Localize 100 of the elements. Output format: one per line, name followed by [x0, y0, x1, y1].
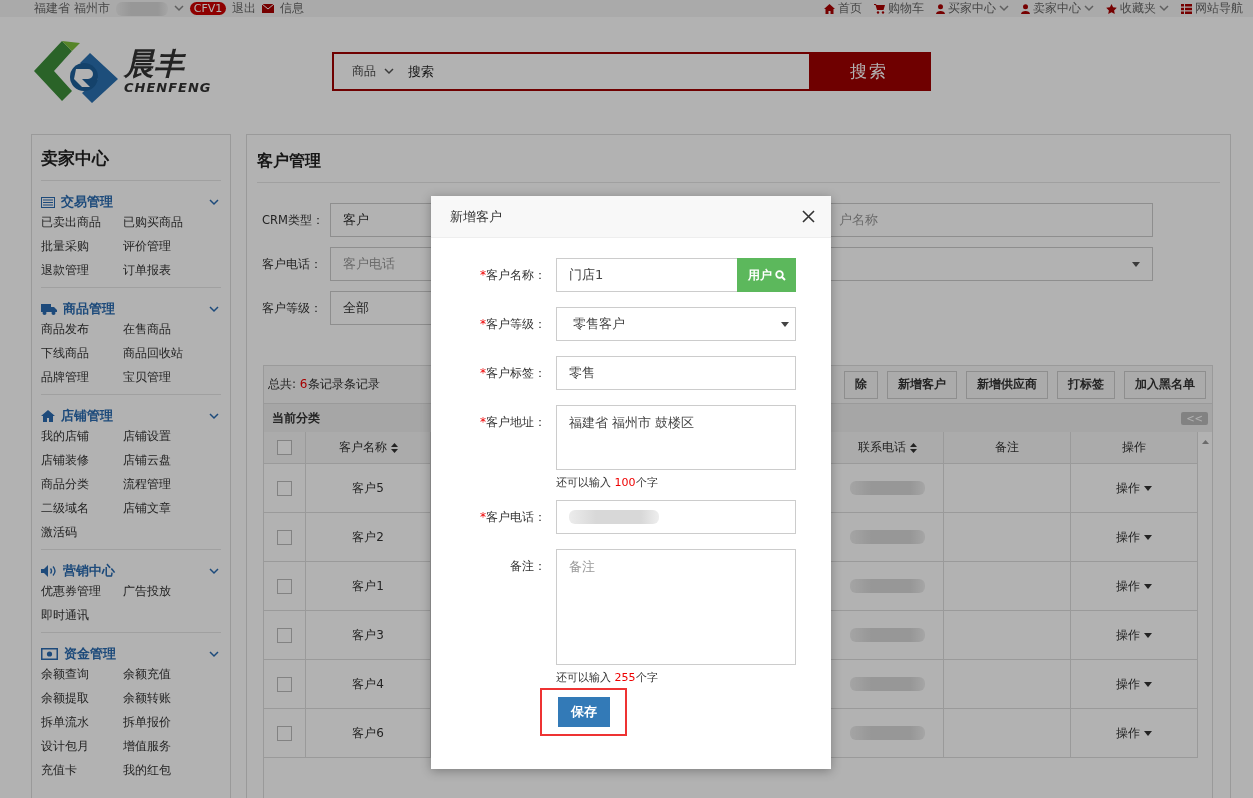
logo-title: 晨丰	[124, 48, 187, 80]
speaker-icon	[41, 565, 57, 577]
chevron-down-icon	[173, 5, 184, 12]
sidebar-link[interactable]: 优惠券管理	[41, 582, 123, 600]
sort-icon[interactable]	[909, 442, 917, 453]
messages-link[interactable]: 信息	[280, 0, 305, 17]
checkbox[interactable]	[277, 676, 292, 692]
sidebar-link[interactable]: 我的店铺	[41, 427, 123, 445]
sidebar-link[interactable]: 余额查询	[41, 665, 123, 683]
mail-icon	[262, 4, 275, 13]
chevron-down-icon[interactable]	[209, 567, 219, 575]
sidebar-link[interactable]: 拆单流水	[41, 713, 123, 731]
section-title[interactable]: 店铺管理	[61, 407, 203, 425]
section-title[interactable]: 资金管理	[64, 645, 203, 663]
sidebar-link[interactable]: 余额提取	[41, 689, 123, 707]
list-icon	[1181, 3, 1192, 14]
logout-link[interactable]: 退出	[232, 0, 257, 17]
nav-link[interactable]: 卖家中心	[1033, 0, 1081, 17]
sidebar-link[interactable]: 已购买商品	[123, 213, 213, 231]
toolbar-button[interactable]: 新增客户	[887, 370, 957, 399]
action-dropdown[interactable]: 操作	[1110, 527, 1158, 547]
checkbox[interactable]	[277, 578, 292, 594]
sidebar-link[interactable]: 商品发布	[41, 320, 123, 338]
input-field[interactable]: 零售	[556, 356, 796, 390]
sidebar-title: 卖家中心	[41, 135, 221, 181]
input-field[interactable]	[556, 500, 796, 534]
sidebar-link[interactable]: 广告投放	[123, 582, 213, 600]
save-button[interactable]: 保存	[557, 697, 610, 727]
action-dropdown[interactable]: 操作	[1110, 723, 1158, 743]
section-title[interactable]: 交易管理	[61, 193, 203, 211]
action-dropdown[interactable]: 操作	[1110, 478, 1158, 498]
section-title[interactable]: 营销中心	[63, 562, 203, 580]
chevron-down-icon[interactable]	[209, 412, 219, 420]
sidebar-link[interactable]: 退款管理	[41, 261, 123, 279]
sidebar-link[interactable]: 即时通讯	[41, 606, 123, 624]
location-text[interactable]: 福建省 福州市	[34, 0, 110, 17]
chevron-down-icon[interactable]	[209, 198, 219, 206]
sidebar-link[interactable]: 品牌管理	[41, 368, 123, 386]
action-dropdown[interactable]: 操作	[1110, 625, 1158, 645]
column-header[interactable]: 备注	[995, 439, 1019, 456]
search-button[interactable]: 搜索	[809, 54, 929, 89]
nav-link[interactable]: 买家中心	[948, 0, 996, 17]
action-dropdown[interactable]: 操作	[1110, 576, 1158, 596]
sidebar-link[interactable]: 店铺文章	[123, 499, 213, 517]
chevron-down-icon[interactable]	[209, 650, 219, 658]
sidebar-link[interactable]: 激活码	[41, 523, 123, 541]
toolbar-button[interactable]: 新增供应商	[966, 370, 1048, 399]
checkbox[interactable]	[277, 627, 292, 643]
field-label: 备注：	[509, 558, 547, 575]
sidebar-link[interactable]: 批量采购	[41, 237, 123, 255]
sidebar-link[interactable]: 商品回收站	[123, 344, 213, 362]
toolbar-button[interactable]: 加入黑名单	[1124, 370, 1206, 399]
sidebar-link[interactable]: 商品分类	[41, 475, 123, 493]
sidebar-link[interactable]: 我的红包	[123, 761, 213, 779]
char-count-hint: 还可以输入 100个字	[556, 475, 659, 490]
column-header[interactable]: 操作	[1122, 439, 1146, 456]
sidebar-link[interactable]: 店铺云盘	[123, 451, 213, 469]
filter-label: 客户电话：	[262, 256, 323, 272]
home-icon	[824, 3, 835, 14]
search-field[interactable]: 搜索	[402, 54, 809, 89]
sidebar-link[interactable]: 二级域名	[41, 499, 123, 517]
toolbar-button[interactable]: 打标签	[1057, 370, 1115, 399]
checkbox[interactable]	[277, 529, 292, 545]
action-dropdown[interactable]: 操作	[1110, 674, 1158, 694]
input-field[interactable]: 门店1	[556, 258, 737, 292]
sidebar-link[interactable]: 设计包月	[41, 737, 123, 755]
nav-link[interactable]: 网站导航	[1195, 0, 1243, 17]
section-title[interactable]: 商品管理	[63, 300, 203, 318]
sidebar-link[interactable]: 流程管理	[123, 475, 213, 493]
nav-link[interactable]: 收藏夹	[1120, 0, 1156, 17]
sidebar-link[interactable]: 余额充值	[123, 665, 213, 683]
star-icon	[1106, 3, 1117, 14]
user-badge: CFV1	[189, 2, 227, 15]
toolbar-button[interactable]: 除	[844, 370, 878, 399]
nav-link[interactable]: 购物车	[888, 0, 924, 17]
chevron-down-icon[interactable]	[209, 305, 219, 313]
sidebar-link[interactable]: 拆单报价	[123, 713, 213, 731]
sidebar-link[interactable]: 宝贝管理	[123, 368, 213, 386]
sort-icon[interactable]	[390, 442, 398, 453]
sidebar-link[interactable]: 在售商品	[123, 320, 213, 338]
logo-subtitle: CHENFENG	[124, 80, 212, 95]
sidebar-link[interactable]: 订单报表	[123, 261, 213, 279]
sidebar-link[interactable]: 增值服务	[123, 737, 213, 755]
checkbox[interactable]	[277, 480, 292, 496]
sidebar-link[interactable]: 评价管理	[123, 237, 213, 255]
checkbox[interactable]	[277, 725, 292, 741]
sidebar-link[interactable]: 店铺设置	[123, 427, 213, 445]
sidebar-link[interactable]: 充值卡	[41, 761, 123, 779]
sidebar-link[interactable]: 余额转账	[123, 689, 213, 707]
table-cell: 客户5	[352, 479, 384, 497]
sidebar-link[interactable]: 下线商品	[41, 344, 123, 362]
close-icon[interactable]	[802, 210, 815, 223]
sidebar-link[interactable]: 已卖出商品	[41, 213, 123, 231]
select-field[interactable]: 零售客户	[556, 307, 796, 341]
sidebar-link[interactable]: 店铺装修	[41, 451, 123, 469]
nav-link[interactable]: 首页	[838, 0, 862, 17]
list-icon	[41, 196, 55, 208]
text-area[interactable]: 福建省 福州市 鼓楼区	[556, 405, 796, 470]
char-count-hint: 还可以输入 255个字	[556, 670, 659, 685]
checkbox[interactable]	[277, 440, 292, 455]
